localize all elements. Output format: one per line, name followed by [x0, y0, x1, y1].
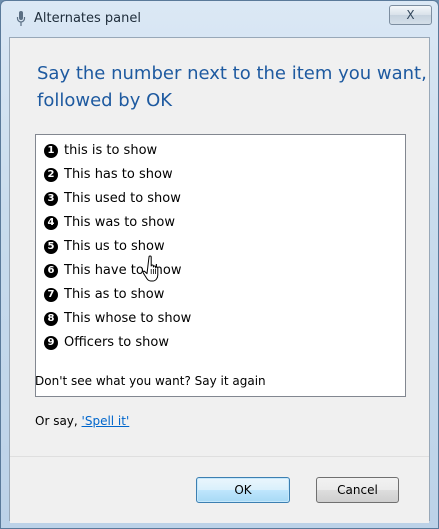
number-badge: 4: [44, 216, 58, 230]
spell-it-link[interactable]: 'Spell it': [82, 414, 130, 428]
panel-content: Say the number next to the item you want…: [9, 37, 430, 523]
window-title: Alternates panel: [34, 11, 141, 26]
number-badge: 7: [44, 288, 58, 302]
button-bar: OK Cancel: [10, 456, 429, 523]
alternate-text: This whose to show: [64, 311, 192, 326]
ok-button[interactable]: OK: [196, 477, 290, 503]
title-bar[interactable]: Alternates panel X: [1, 1, 438, 37]
list-item[interactable]: 9 Officers to show: [44, 333, 169, 353]
list-item[interactable]: 4 This was to show: [44, 213, 175, 233]
alternate-text: this is to show: [64, 143, 158, 158]
instruction-text: Say the number next to the item you want…: [37, 63, 427, 111]
alternate-text: Officers to show: [64, 335, 169, 350]
hand-pointer-icon: [143, 255, 159, 282]
number-badge: 6: [44, 264, 58, 278]
number-badge: 5: [44, 240, 58, 254]
number-badge: 2: [44, 168, 58, 182]
hint-text: Don't see what you want? Say it again: [35, 374, 266, 388]
alternate-text: This us to show: [64, 239, 165, 254]
alternates-list[interactable]: 1 this is to show 2 This has to show 3 This…: [35, 134, 406, 397]
list-item[interactable]: 8 This whose to show: [44, 309, 191, 329]
list-item[interactable]: 5 This us to show: [44, 237, 165, 257]
close-icon: X: [406, 8, 415, 22]
cancel-button[interactable]: Cancel: [316, 477, 399, 503]
close-button[interactable]: X: [389, 5, 432, 25]
microphone-icon: [16, 11, 26, 26]
or-say-line: Or say, 'Spell it': [35, 414, 129, 428]
number-badge: 1: [44, 144, 58, 158]
list-item[interactable]: 2 This has to show: [44, 165, 173, 185]
alternates-panel-window: Alternates panel X Say the number next t…: [0, 0, 439, 529]
number-badge: 9: [44, 336, 58, 350]
alternate-text: This used to show: [64, 191, 181, 206]
alternate-text: This was to show: [64, 215, 175, 230]
alternate-text: This has to show: [64, 167, 173, 182]
list-item[interactable]: 3 This used to show: [44, 189, 181, 209]
number-badge: 3: [44, 192, 58, 206]
alternate-text: This as to show: [64, 287, 165, 302]
or-say-prefix: Or say,: [35, 414, 82, 428]
list-item[interactable]: 7 This as to show: [44, 285, 164, 305]
number-badge: 8: [44, 312, 58, 326]
alternate-text: This have to show: [64, 263, 182, 278]
list-item[interactable]: 1 this is to show: [44, 141, 157, 161]
